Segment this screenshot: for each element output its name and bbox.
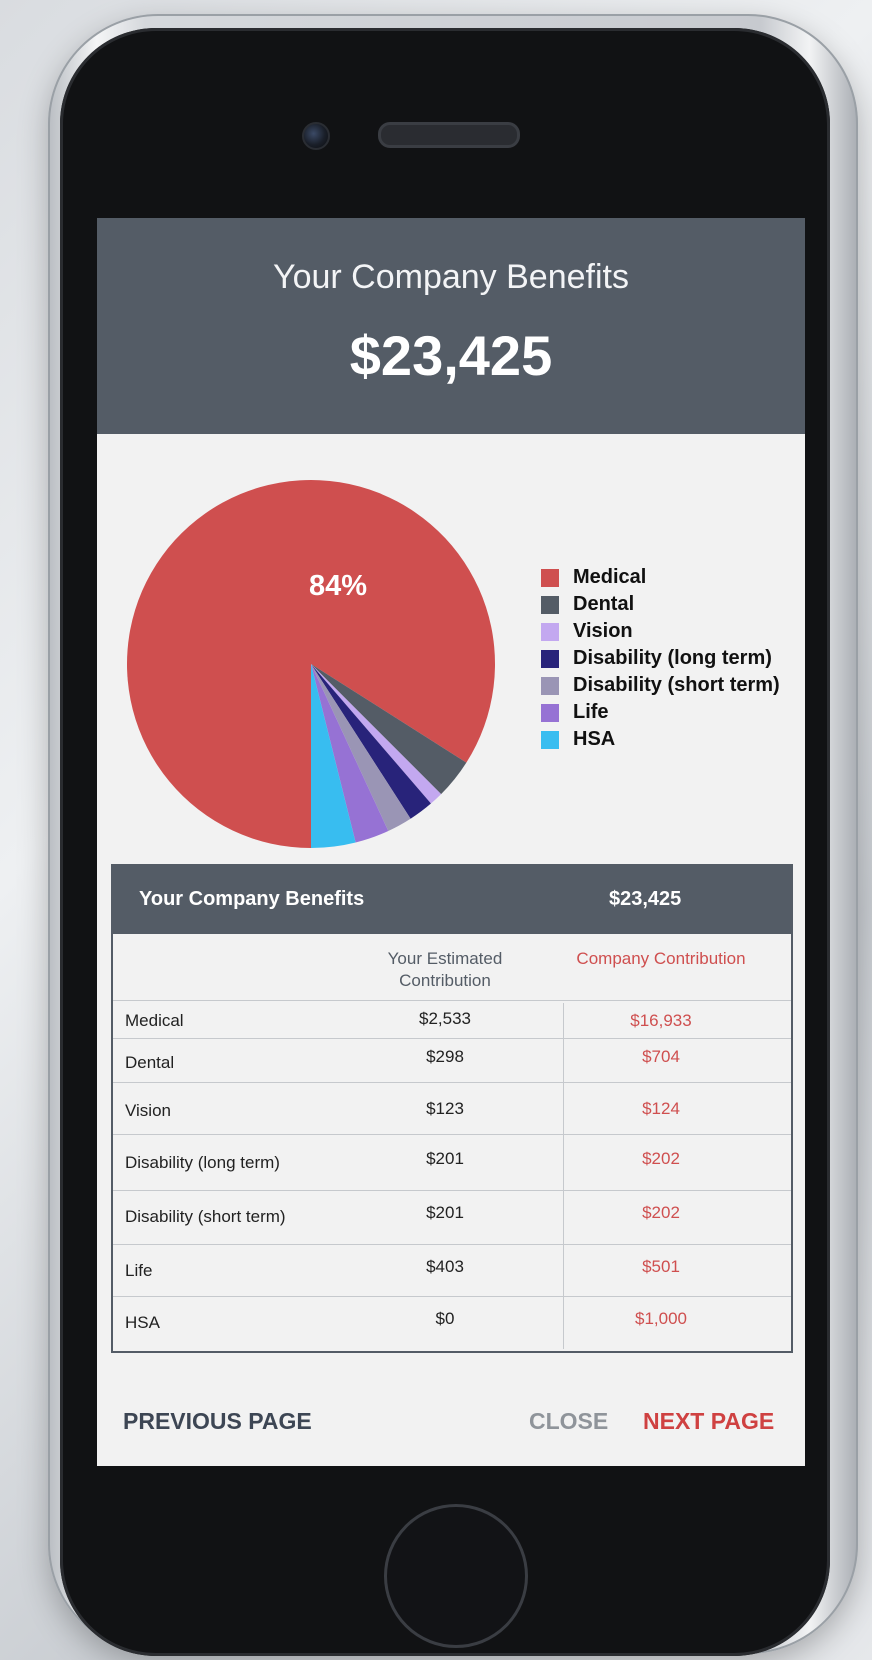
legend-label: Dental bbox=[573, 593, 635, 615]
chart-legend: Medical Dental Vision Disability (long t… bbox=[541, 564, 780, 753]
table-header-bar: Your Company Benefits $23,425 bbox=[113, 866, 791, 934]
row-company-contribution: $1,000 bbox=[635, 1309, 687, 1328]
row-your-contribution: $123 bbox=[426, 1099, 464, 1118]
benefits-table: Your Company Benefits $23,425 Your Estim… bbox=[111, 864, 793, 1353]
legend-swatch bbox=[541, 568, 559, 587]
legend-item-disability-short: Disability (short term) bbox=[541, 672, 780, 699]
home-button[interactable] bbox=[384, 1504, 528, 1648]
legend-label: HSA bbox=[573, 728, 616, 750]
table-row: HSA $0 $1,000 bbox=[113, 1296, 791, 1349]
row-your-contribution: $2,533 bbox=[419, 1009, 471, 1028]
previous-page-button[interactable]: PREVIOUS PAGE bbox=[123, 1408, 312, 1435]
row-your-contribution: $0 bbox=[435, 1309, 455, 1328]
legend-label: Vision bbox=[573, 620, 633, 642]
table-row: Medical $2,533 $16,933 bbox=[113, 1000, 791, 1039]
legend-label: Life bbox=[573, 701, 609, 723]
row-name: Life bbox=[125, 1261, 153, 1280]
row-company-contribution: $124 bbox=[642, 1099, 680, 1118]
legend-swatch bbox=[541, 595, 559, 614]
row-name: Disability (long term) bbox=[125, 1153, 280, 1172]
close-button[interactable]: CLOSE bbox=[529, 1408, 608, 1435]
legend-item-medical: Medical bbox=[541, 564, 780, 591]
column-header-your-contribution: Your Estimated Contribution bbox=[387, 949, 503, 990]
row-company-contribution: $16,933 bbox=[630, 1011, 692, 1030]
legend-swatch bbox=[541, 676, 559, 695]
legend-swatch bbox=[541, 649, 559, 668]
legend-item-disability-long: Disability (long term) bbox=[541, 645, 780, 672]
benefits-header: Your Company Benefits $23,425 bbox=[97, 218, 805, 434]
row-your-contribution: $403 bbox=[426, 1257, 464, 1276]
column-header-company-contribution: Company Contribution bbox=[576, 949, 746, 968]
legend-item-hsa: HSA bbox=[541, 726, 780, 753]
row-your-contribution: $201 bbox=[426, 1203, 464, 1222]
earpiece-speaker bbox=[378, 122, 520, 148]
row-your-contribution: $201 bbox=[426, 1149, 464, 1168]
table-row: Life $403 $501 bbox=[113, 1244, 791, 1297]
row-name: HSA bbox=[125, 1313, 160, 1332]
row-name: Disability (short term) bbox=[125, 1207, 286, 1226]
table-total: $23,425 bbox=[609, 888, 682, 910]
legend-item-vision: Vision bbox=[541, 618, 780, 645]
legend-label: Disability (short term) bbox=[573, 674, 780, 696]
table-row: Disability (long term) $201 $202 bbox=[113, 1134, 791, 1191]
legend-swatch bbox=[541, 622, 559, 641]
total-benefits-amount: $23,425 bbox=[349, 324, 553, 387]
benefits-pie-chart bbox=[126, 480, 496, 848]
row-name: Dental bbox=[125, 1053, 175, 1072]
legend-item-dental: Dental bbox=[541, 591, 780, 618]
row-your-contribution: $298 bbox=[426, 1047, 464, 1066]
row-name: Medical bbox=[125, 1011, 184, 1030]
app-screen: Your Company Benefits $23,425 84% Medica… bbox=[97, 218, 805, 1466]
row-company-contribution: $704 bbox=[642, 1047, 680, 1066]
legend-swatch bbox=[541, 730, 559, 749]
legend-item-life: Life bbox=[541, 699, 780, 726]
pie-percent-label: 84% bbox=[309, 570, 368, 602]
row-company-contribution: $202 bbox=[642, 1203, 680, 1222]
legend-label: Medical bbox=[573, 566, 647, 588]
next-page-button[interactable]: NEXT PAGE bbox=[643, 1408, 774, 1435]
table-row: Dental $298 $704 bbox=[113, 1038, 791, 1083]
front-camera bbox=[302, 122, 330, 150]
legend-swatch bbox=[541, 703, 559, 722]
table-row: Disability (short term) $201 $202 bbox=[113, 1190, 791, 1245]
legend-label: Disability (long term) bbox=[573, 647, 772, 669]
table-row: Vision $123 $124 bbox=[113, 1082, 791, 1135]
row-company-contribution: $202 bbox=[642, 1149, 680, 1168]
row-company-contribution: $501 bbox=[642, 1257, 680, 1276]
table-title: Your Company Benefits bbox=[139, 888, 365, 910]
page-title: Your Company Benefits bbox=[273, 258, 629, 296]
row-name: Vision bbox=[125, 1101, 171, 1120]
